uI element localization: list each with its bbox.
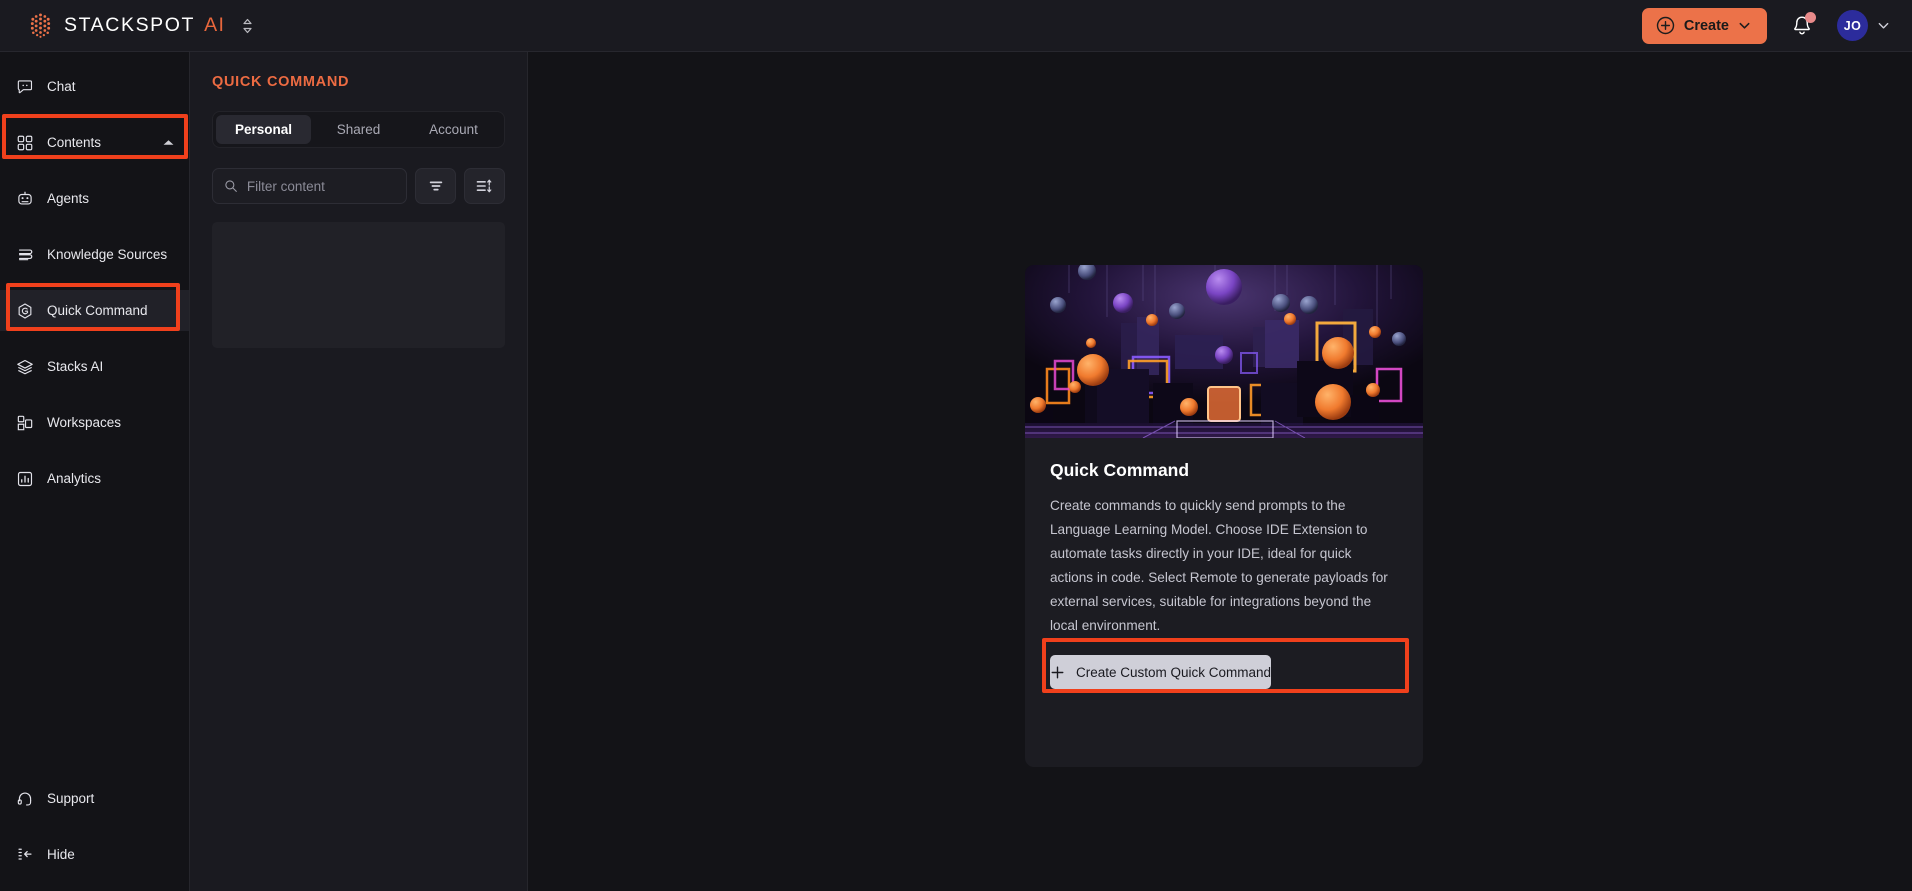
create-custom-quick-command-label: Create Custom Quick Command: [1076, 664, 1272, 680]
tab-bar: Personal Shared Account: [212, 111, 505, 148]
search-input[interactable]: [246, 178, 395, 194]
grid-squares-icon: [17, 135, 33, 150]
search-box[interactable]: [212, 168, 407, 204]
create-button[interactable]: Create: [1641, 7, 1767, 44]
tab-shared[interactable]: Shared: [311, 115, 406, 144]
workspace-squares-icon: [17, 415, 33, 430]
brand-name: STACKSPOT: [64, 14, 196, 36]
abstract-3d-neon-scene-icon: [1025, 265, 1423, 438]
content-list-empty-placeholder: [212, 222, 505, 348]
sidebar-item-workspaces[interactable]: Workspaces: [0, 402, 189, 443]
sidebar-item-label: Agents: [47, 191, 90, 206]
workspace-switch-icon[interactable]: [242, 18, 253, 34]
card-body: Quick Command Create commands to quickly…: [1025, 438, 1423, 638]
plus-icon: [1051, 666, 1064, 678]
brand-logo[interactable]: STACKSPOT AI: [28, 12, 253, 39]
notifications-button[interactable]: [1789, 11, 1816, 39]
sidebar-item-label: Chat: [47, 79, 76, 94]
search-icon: [225, 180, 237, 192]
sidebar-item-label: Knowledge Sources: [47, 247, 168, 262]
sidebar-item-support[interactable]: Support: [0, 778, 189, 819]
brand-ai-suffix: AI: [204, 14, 226, 36]
notification-badge-dot: [1805, 11, 1816, 23]
sidebar-item-label: Analytics: [47, 471, 102, 486]
sidebar-item-knowledge-sources[interactable]: Knowledge Sources: [0, 234, 189, 275]
sidebar-item-label: Hide: [47, 847, 75, 862]
stackspot-hex-logo-icon: [30, 13, 51, 38]
sidebar-item-label: Support: [47, 791, 95, 806]
chat-bubble-icon: [17, 79, 33, 93]
card-title: Quick Command: [1050, 460, 1190, 480]
sidebar-item-quick-command[interactable]: Quick Command: [0, 290, 189, 331]
card-description: Create commands to quickly send prompts …: [1050, 498, 1388, 633]
sidebar: Chat Contents Agents Knowledge Sources Q…: [0, 52, 190, 891]
sidebar-item-analytics[interactable]: Analytics: [0, 458, 189, 499]
layers-icon: [17, 359, 33, 374]
sort-list-icon: [476, 179, 492, 193]
headset-icon: [17, 792, 32, 806]
tab-personal[interactable]: Personal: [216, 115, 311, 144]
top-bar-actions: Create JO: [1641, 7, 1890, 44]
avatar: JO: [1837, 10, 1868, 41]
chevron-down-icon: [1878, 22, 1889, 29]
top-bar: STACKSPOT AI Create JO: [0, 0, 1912, 52]
chevron-up-icon: [163, 140, 174, 145]
create-custom-quick-command-button[interactable]: Create Custom Quick Command: [1050, 655, 1272, 689]
content-list-panel: QUICK COMMAND Personal Shared Account: [190, 52, 528, 891]
card-hero-image: [1025, 265, 1423, 438]
page-title: QUICK COMMAND: [212, 74, 350, 90]
sidebar-item-agents[interactable]: Agents: [0, 178, 189, 219]
filter-button[interactable]: [415, 168, 456, 204]
sidebar-item-label: Contents: [47, 135, 102, 150]
quick-command-card: Quick Command Create commands to quickly…: [1025, 265, 1423, 767]
filter-funnel-icon: [429, 181, 442, 191]
bar-chart-icon: [17, 471, 33, 486]
sort-button[interactable]: [464, 168, 505, 204]
plus-circle-icon: [1656, 16, 1675, 35]
sidebar-bottom-group: Support Hide: [0, 778, 189, 875]
sidebar-item-stacks-ai[interactable]: Stacks AI: [0, 346, 189, 387]
sidebar-item-label: Quick Command: [47, 303, 148, 318]
sidebar-item-chat[interactable]: Chat: [0, 66, 189, 107]
stacked-lines-icon: [18, 248, 33, 260]
filter-row: [212, 168, 505, 204]
sidebar-item-hide[interactable]: Hide: [0, 834, 189, 875]
tab-account[interactable]: Account: [406, 115, 501, 144]
sidebar-item-label: Stacks AI: [47, 359, 104, 374]
user-menu[interactable]: JO: [1837, 10, 1890, 41]
sidebar-item-label: Workspaces: [47, 415, 122, 430]
hexagon-g-icon: [18, 302, 32, 319]
chevron-down-icon: [1739, 22, 1750, 29]
robot-icon: [18, 191, 32, 205]
create-button-label: Create: [1683, 17, 1729, 34]
collapse-left-icon: [18, 848, 32, 860]
main-content: Quick Command Create commands to quickly…: [528, 52, 1912, 891]
sidebar-item-contents[interactable]: Contents: [0, 122, 189, 163]
